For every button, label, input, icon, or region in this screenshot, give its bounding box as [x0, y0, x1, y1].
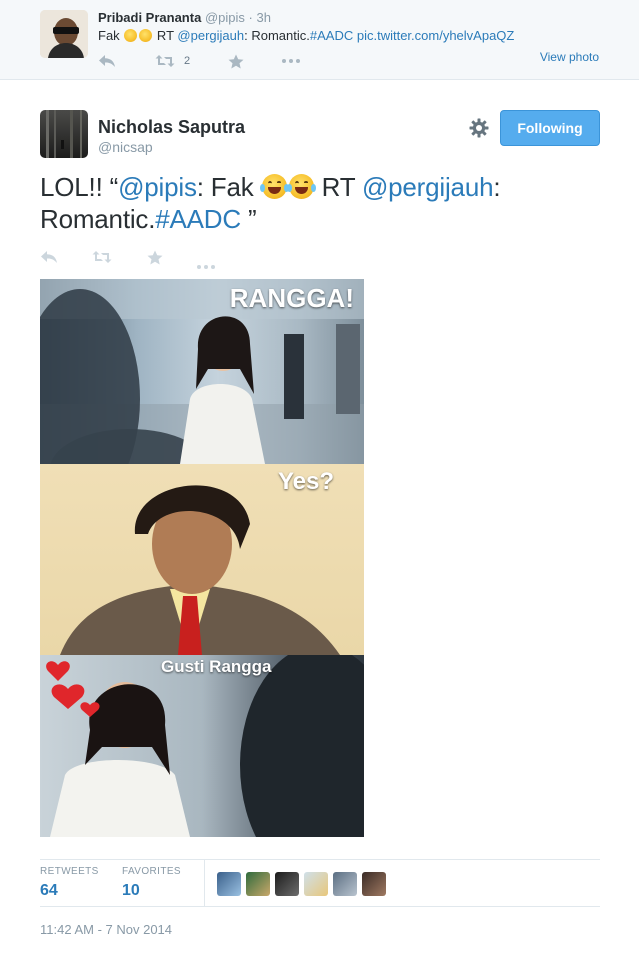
parent-header: Pribadi Prananta @pipis · 3h — [98, 9, 271, 26]
tweet-text-part: Romantic. — [40, 204, 156, 234]
author-name[interactable]: Nicholas Saputra — [98, 117, 245, 137]
meme-panel-3: Gusti Rangga — [40, 655, 364, 837]
meme-caption-2: Yes? — [277, 468, 334, 495]
following-button[interactable]: Following — [500, 110, 600, 146]
tweet-timestamp[interactable]: 11:42 AM - 7 Nov 2014 — [40, 922, 172, 937]
tweet-text-line: Romantic.#AADC ” — [40, 203, 600, 235]
view-photo-link[interactable]: View photo — [540, 50, 599, 64]
parent-timestamp[interactable]: 3h — [256, 10, 270, 25]
photo-link[interactable]: pic.twitter.com/yhelvApaQZ — [357, 28, 515, 43]
tweet-text-line: LOL!! “@pipis: Fak RT @pergijauh: — [40, 171, 600, 203]
favoriter-avatar[interactable] — [275, 872, 299, 896]
parent-tweet-text: Fak RT @pergijauh: Romantic.#AADC pic.tw… — [98, 27, 514, 44]
parent-text-part: : — [244, 28, 248, 43]
parent-avatar[interactable] — [40, 10, 88, 58]
mention-link[interactable]: @pipis — [118, 172, 197, 202]
author-handle[interactable]: @nicsap — [98, 139, 153, 155]
joy-emoji-icon — [286, 174, 316, 199]
favorite-icon[interactable] — [147, 250, 163, 270]
more-icon[interactable] — [197, 256, 215, 274]
gear-icon[interactable] — [468, 117, 490, 139]
favoriter-avatar[interactable] — [246, 872, 270, 896]
meme-panel-1: RANGGA! — [40, 279, 364, 464]
tweet-text-part: ” — [240, 204, 257, 234]
parent-text-part: Romantic. — [251, 28, 310, 43]
tweet-photo[interactable]: RANGGA! Yes? Gusti Rangga — [40, 279, 364, 837]
meme-caption-1: RANGGA! — [229, 283, 354, 313]
meme-caption-3: Gusti Rangga — [161, 657, 272, 676]
retweet-button[interactable]: 2 — [155, 52, 190, 70]
favorites-label: FAVORITES — [122, 866, 181, 877]
favorite-icon[interactable] — [228, 52, 244, 70]
parent-text-part: RT — [156, 28, 174, 43]
author-avatar[interactable] — [40, 110, 88, 158]
tweet-text-part: RT — [321, 172, 356, 202]
tweet-text-part: : Fak — [196, 172, 254, 202]
joy-emoji-icon — [124, 29, 138, 42]
more-icon[interactable] — [282, 52, 300, 70]
favoriter-avatar[interactable] — [333, 872, 357, 896]
mention-link[interactable]: @pergijauh — [177, 28, 244, 43]
retweets-stat[interactable]: RETWEETS 64 — [40, 866, 99, 901]
retweets-value: 64 — [40, 882, 58, 899]
favoriter-avatar[interactable] — [362, 872, 386, 896]
stats-separator — [204, 860, 205, 906]
meme-panel-2: Yes? — [40, 464, 364, 655]
joy-emoji-icon — [139, 29, 153, 42]
tweet-text: LOL!! “@pipis: Fak RT @pergijauh: Romant… — [40, 171, 600, 235]
tweet-text-part: : — [493, 172, 501, 202]
retweet-count: 2 — [184, 55, 191, 67]
hashtag-link[interactable]: #AADC — [310, 28, 353, 43]
parent-author-name[interactable]: Pribadi Prananta — [98, 10, 201, 25]
hashtag-link[interactable]: #AADC — [155, 204, 241, 234]
favorites-value: 10 — [122, 882, 140, 899]
mention-link[interactable]: @pergijauh — [362, 172, 494, 202]
retweets-label: RETWEETS — [40, 866, 99, 877]
retweet-icon[interactable] — [92, 250, 112, 269]
favorites-stat[interactable]: FAVORITES 10 — [122, 866, 181, 901]
reply-icon[interactable] — [98, 52, 116, 70]
retweet-icon — [155, 54, 175, 68]
stats-divider-top — [40, 859, 600, 860]
joy-emoji-icon — [259, 174, 289, 199]
parent-author-handle[interactable]: @pipis — [205, 10, 245, 25]
tweet-text-part: LOL!! “ — [40, 172, 119, 202]
stats-divider-bottom — [40, 906, 600, 907]
reply-icon[interactable] — [40, 250, 58, 269]
time-separator: · — [248, 10, 253, 25]
favoriter-avatar[interactable] — [304, 872, 328, 896]
parent-text-part: Fak — [98, 28, 120, 43]
favoriter-avatar[interactable] — [217, 872, 241, 896]
parent-tweet[interactable]: Pribadi Prananta @pipis · 3h Fak RT @per… — [0, 0, 639, 80]
